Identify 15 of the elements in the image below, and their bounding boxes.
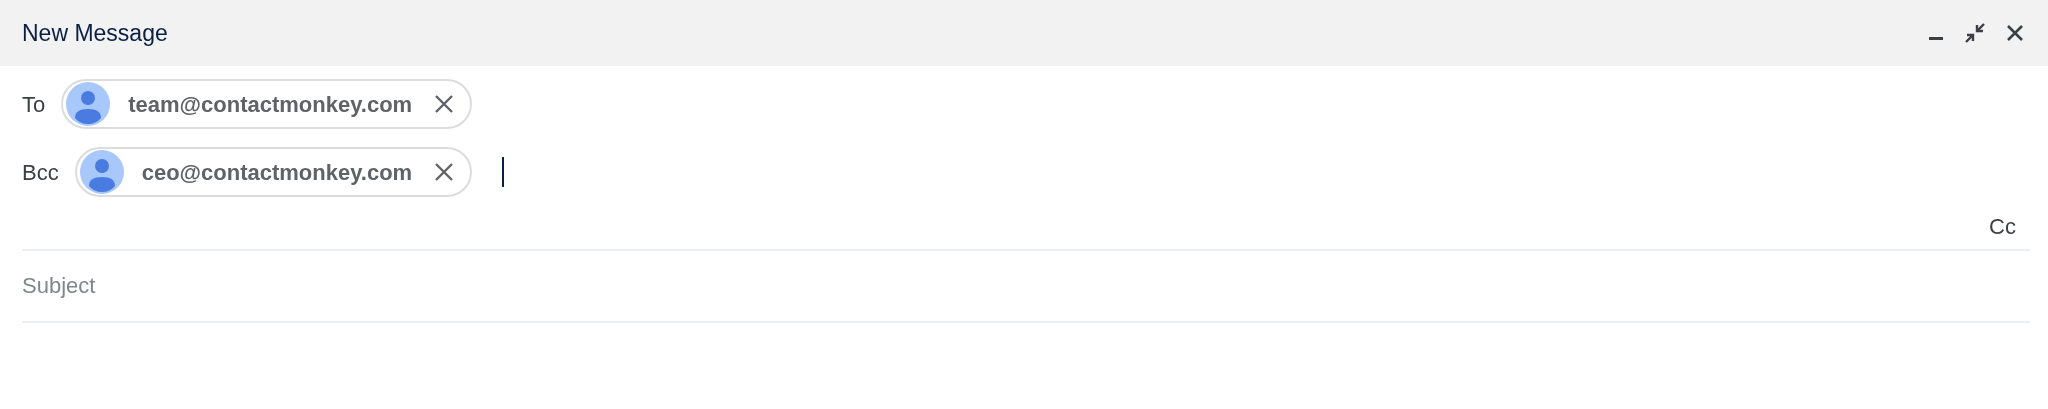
recipient-label: To [22, 90, 46, 119]
cc-link[interactable]: Cc [1989, 210, 2016, 243]
recipient-label: Bcc [22, 158, 59, 187]
collapse-arrows-icon[interactable] [1964, 22, 1986, 44]
person-avatar-icon [66, 82, 111, 126]
subject-field[interactable]: Subject [22, 251, 2030, 323]
recipient-email: ceo@contactmonkey.com [141, 158, 413, 187]
close-icon[interactable] [2006, 24, 2024, 42]
window-title: New Message [22, 18, 168, 48]
close-icon[interactable] [434, 94, 455, 114]
person-avatar-icon [79, 150, 124, 194]
close-icon[interactable] [434, 162, 455, 182]
recipient-chip[interactable]: ceo@contactmonkey.com [74, 147, 473, 197]
recipient-chip[interactable]: team@contactmonkey.com [61, 79, 473, 129]
recipient-email: team@contactmonkey.com [128, 90, 413, 119]
